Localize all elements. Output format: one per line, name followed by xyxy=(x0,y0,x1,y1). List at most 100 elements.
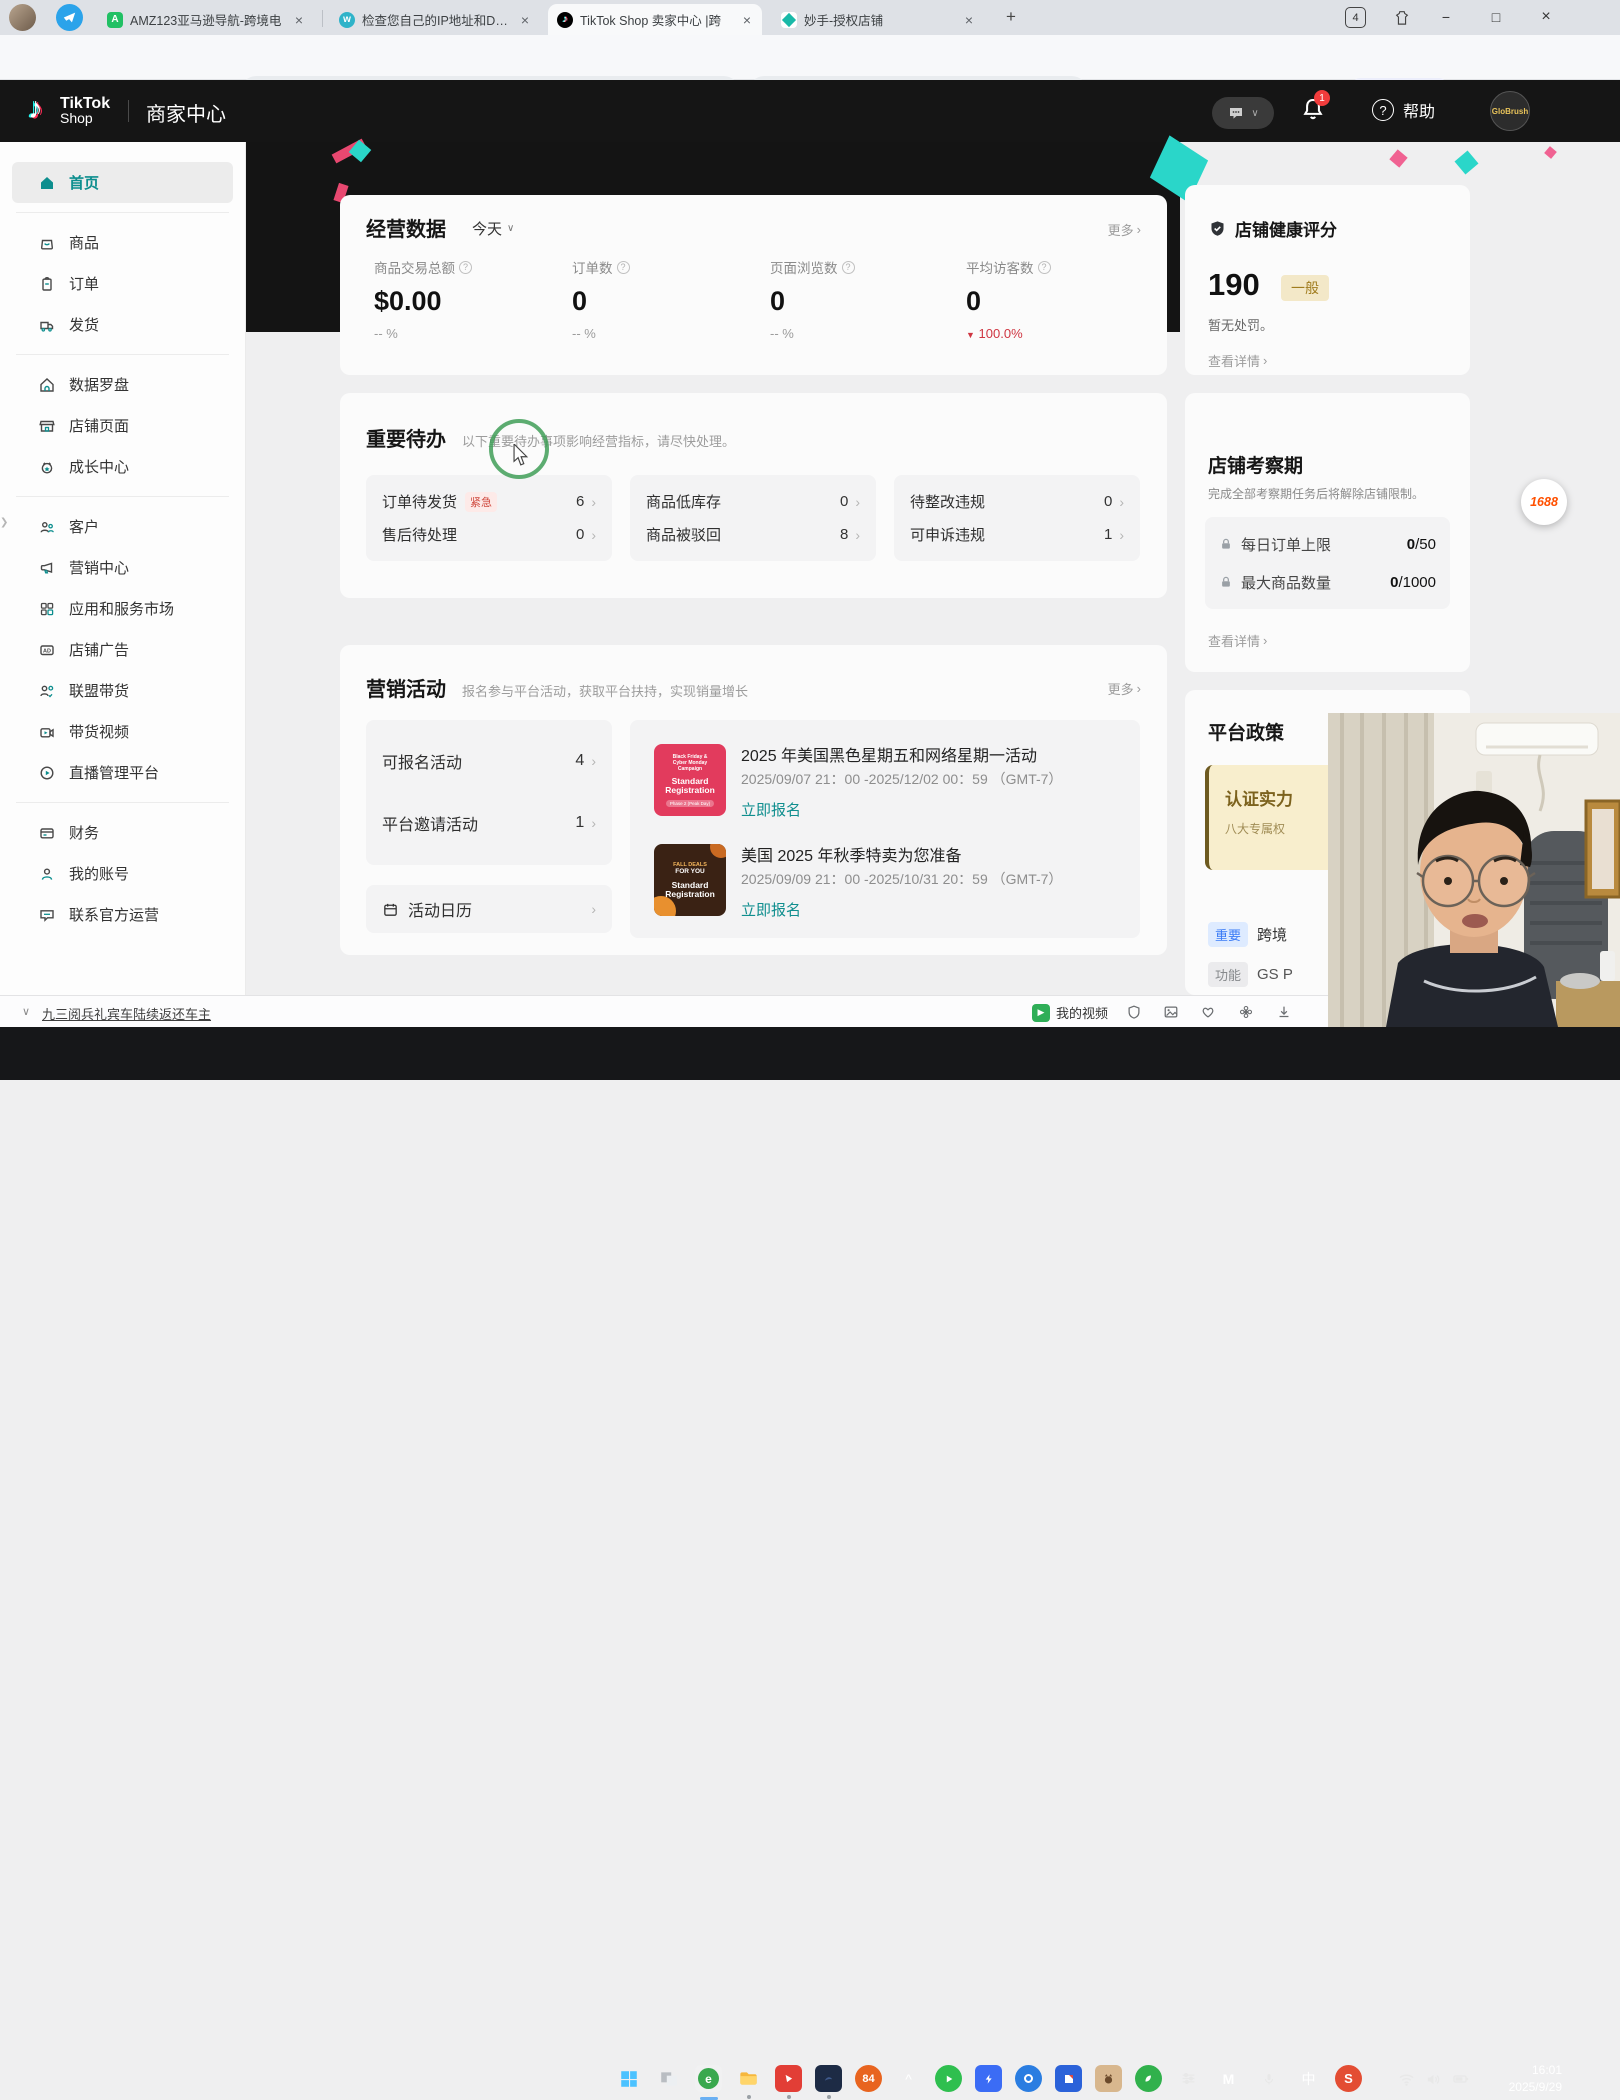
help-icon[interactable]: ? xyxy=(459,261,472,274)
new-tab-button[interactable]: + xyxy=(996,0,1026,34)
business-more-link[interactable]: 更多 › xyxy=(1108,220,1141,239)
beautify-flower-icon[interactable] xyxy=(1238,1004,1254,1020)
sidebar-item-contact-official[interactable]: 联系官方运营 xyxy=(0,894,245,935)
help-icon[interactable]: ? xyxy=(1038,261,1051,274)
download-icon[interactable] xyxy=(1276,1004,1292,1020)
tray-app-lightning[interactable] xyxy=(975,2065,1002,2092)
todo-row-aftersales[interactable]: 售后待处理 0› xyxy=(382,518,596,551)
start-button[interactable] xyxy=(615,2065,642,2092)
tab-miaoshou[interactable]: 妙手-授权店铺 × xyxy=(772,4,984,35)
protection-shield-icon[interactable] xyxy=(1126,1004,1142,1020)
wardrobe-extension-icon[interactable] xyxy=(1382,0,1422,34)
sidebar-item-customers[interactable]: 客户 xyxy=(0,506,245,547)
ime-mode-indicator[interactable]: 中 xyxy=(1295,2065,1322,2092)
file-explorer-button[interactable] xyxy=(735,2065,762,2092)
tray-app-pet[interactable] xyxy=(1095,2065,1122,2092)
register-now-link[interactable]: 立即报名 xyxy=(741,799,801,820)
period-dropdown[interactable]: 今天 ∨ xyxy=(472,218,514,239)
browser-profile-avatar[interactable] xyxy=(9,4,36,31)
account-avatar[interactable]: GloBrush xyxy=(1490,91,1530,131)
help-label: 帮助 xyxy=(1403,98,1435,122)
sidebar-item-marketing-center[interactable]: 营销中心 xyxy=(0,547,245,588)
tab-tiktok-shop[interactable]: ♪ TikTok Shop 卖家中心 |跨 × xyxy=(548,4,762,35)
tray-app-blue-doc[interactable] xyxy=(1055,2065,1082,2092)
close-icon[interactable]: × xyxy=(293,12,305,28)
brand-logo[interactable]: TikTok Shop xyxy=(60,96,110,126)
sidebar-item-my-account[interactable]: 我的账号 xyxy=(0,853,245,894)
sidebar-item-live-platform[interactable]: 直播管理平台 xyxy=(0,752,245,793)
sidebar-item-home[interactable]: 首页 xyxy=(12,162,233,203)
probation-detail-link[interactable]: 查看详情 › xyxy=(1208,631,1267,650)
health-heart-icon[interactable] xyxy=(1200,1004,1216,1020)
help-icon[interactable]: ? xyxy=(842,261,855,274)
battery-icon[interactable] xyxy=(1452,2070,1470,2088)
notifications-button[interactable]: 1 xyxy=(1300,96,1326,122)
sidebar-item-shoppable-video[interactable]: 带货视频 xyxy=(0,711,245,752)
close-icon[interactable]: × xyxy=(519,12,531,28)
tab-ip-check[interactable]: w 检查您自己的IP地址和DNS × xyxy=(330,4,540,35)
sidebar-item-app-market[interactable]: 应用和服务市场 xyxy=(0,588,245,629)
pinned-tab-icon[interactable] xyxy=(56,4,83,31)
tray-app-sogou[interactable]: S xyxy=(1335,2065,1362,2092)
sidebar-item-growth-center[interactable]: 成长中心 xyxy=(0,446,245,487)
sidebar-label: 应用和服务市场 xyxy=(69,598,174,619)
chat-button[interactable]: ∨ xyxy=(1212,97,1274,129)
todo-row-awaiting-shipment[interactable]: 订单待发货 紧急 6› xyxy=(382,485,596,518)
tab-amz123[interactable]: A AMZ123亚马逊导航-跨境电 × xyxy=(98,4,314,35)
maximize-button[interactable]: □ xyxy=(1476,0,1516,34)
close-icon[interactable]: × xyxy=(741,12,753,28)
sidebar-item-affiliate[interactable]: 联盟带货 xyxy=(0,670,245,711)
chevron-down-icon[interactable]: ∨ xyxy=(22,1005,30,1018)
sidebar-item-shop-ads[interactable]: AD 店铺广告 xyxy=(0,629,245,670)
taskbar-app-browser[interactable]: e xyxy=(695,2065,722,2092)
help-icon[interactable]: ? xyxy=(617,261,630,274)
tray-microphone-icon[interactable] xyxy=(1255,2065,1282,2092)
task-view-button[interactable] xyxy=(655,2065,682,2092)
taskbar-clock[interactable]: 16:01 2025/9/29 xyxy=(1478,2062,1562,2096)
help-button[interactable]: ? 帮助 xyxy=(1372,98,1435,122)
sidebar-item-products[interactable]: 商品 xyxy=(0,222,245,263)
policy-item-feature[interactable]: 功能 GS P xyxy=(1208,962,1293,987)
todo-row-appealable[interactable]: 可申诉违规 1› xyxy=(910,518,1124,551)
register-now-link[interactable]: 立即报名 xyxy=(741,899,801,920)
volume-icon[interactable] xyxy=(1425,2071,1442,2088)
sidebar-item-finance[interactable]: 财务 xyxy=(0,812,245,853)
tab-count-button[interactable]: 4 xyxy=(1345,7,1366,28)
marketing-more-link[interactable]: 更多 › xyxy=(1108,679,1141,698)
minimize-button[interactable]: − xyxy=(1426,0,1466,34)
policy-item-important[interactable]: 重要 跨境 xyxy=(1208,922,1287,947)
sidebar-label: 我的账号 xyxy=(69,863,129,884)
todo-row-violations-to-fix[interactable]: 待整改违规 0› xyxy=(910,485,1124,518)
todo-row-rejected[interactable]: 商品被驳回 8› xyxy=(646,518,860,551)
close-window-button[interactable]: × xyxy=(1526,0,1566,34)
taskbar-app-navy[interactable] xyxy=(815,2065,842,2092)
todo-row-low-stock[interactable]: 商品低库存 0› xyxy=(646,485,860,518)
sidebar-label: 店铺页面 xyxy=(69,415,129,436)
marketing-row-invited-activities[interactable]: 平台邀请活动 1› xyxy=(366,792,612,854)
metric-gmv: 商品交易总额? $0.00 -- % xyxy=(374,257,472,341)
health-detail-link[interactable]: 查看详情 › xyxy=(1208,351,1267,370)
tray-app-blue-circle[interactable] xyxy=(1015,2065,1042,2092)
taskbar-app-red-media[interactable] xyxy=(775,2065,802,2092)
show-hidden-icons-button[interactable]: ^ xyxy=(895,2065,922,2092)
tray-app-m[interactable]: M xyxy=(1215,2065,1242,2092)
sidebar-item-orders[interactable]: 订单 xyxy=(0,263,245,304)
close-icon[interactable]: × xyxy=(963,12,975,28)
marketing-row-open-activities[interactable]: 可报名活动 4› xyxy=(366,730,612,792)
wifi-icon[interactable] xyxy=(1398,2071,1415,2088)
tray-app-green-leaf[interactable] xyxy=(1135,2065,1162,2092)
activity-title[interactable]: 美国 2025 年秋季特卖为您准备 xyxy=(741,842,962,866)
floating-1688-badge[interactable]: 1688 xyxy=(1521,479,1567,525)
sidebar-collapse-handle[interactable]: ❯ xyxy=(0,505,12,539)
my-videos-button[interactable]: ▶ 我的视频 xyxy=(1032,1003,1108,1022)
tray-app-sliders[interactable] xyxy=(1175,2065,1202,2092)
tray-app-green-play[interactable] xyxy=(935,2065,962,2092)
activity-title[interactable]: 2025 年美国黑色星期五和网络星期一活动 xyxy=(741,742,1037,766)
sidebar-item-shop-page[interactable]: 店铺页面 xyxy=(0,405,245,446)
news-ticker-link[interactable]: 九三阅兵礼宾车陆续返还车主 xyxy=(42,1004,211,1023)
sidebar-item-shipping[interactable]: 发货 xyxy=(0,304,245,345)
sidebar-item-data-compass[interactable]: 数据罗盘 xyxy=(0,364,245,405)
tray-overflow-badge[interactable]: 84 xyxy=(855,2065,882,2092)
image-tool-icon[interactable] xyxy=(1163,1004,1179,1020)
activity-calendar-button[interactable]: 活动日历 › xyxy=(366,885,612,933)
